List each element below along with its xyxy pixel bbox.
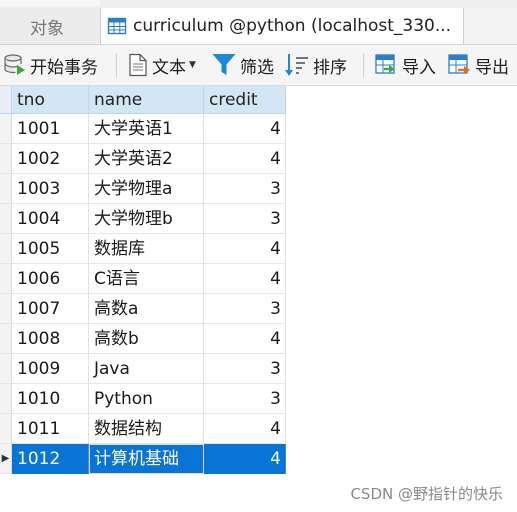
sort-label: 排序 [313, 57, 347, 78]
cell-credit[interactable]: 4 [204, 444, 286, 474]
cell-name[interactable]: Java [89, 354, 204, 384]
toolbar: 开始事务 文本 ▼ 筛选 排序 导入 导出 [0, 45, 517, 86]
transaction-icon [4, 54, 25, 75]
row-indicator[interactable] [0, 174, 12, 204]
table-icon [107, 17, 127, 35]
column-header-name[interactable]: name [89, 86, 204, 114]
toolbar-separator [363, 53, 364, 77]
column-header-credit[interactable]: credit [204, 86, 286, 114]
cell-tno[interactable]: 1007 [12, 294, 89, 324]
import-icon [375, 54, 395, 74]
row-indicator[interactable] [0, 144, 12, 174]
cell-name[interactable]: C语言 [89, 264, 204, 294]
cell-credit[interactable]: 3 [204, 384, 286, 414]
cell-credit[interactable]: 3 [204, 294, 286, 324]
export-icon [448, 54, 470, 74]
text-label: 文本 [152, 57, 186, 78]
chevron-down-icon[interactable]: ▼ [189, 60, 196, 70]
row-indicator[interactable] [0, 414, 12, 444]
cell-credit[interactable]: 4 [204, 324, 286, 354]
table-row[interactable]: 1009 Java 3 [0, 354, 286, 384]
header-corner [0, 86, 12, 114]
begin-transaction-label: 开始事务 [30, 57, 98, 78]
row-indicator[interactable] [0, 324, 12, 354]
export-button[interactable]: 导出 [446, 51, 509, 79]
table-row[interactable]: ▶ 1012 计算机基础 4 [0, 444, 286, 474]
cell-credit[interactable]: 3 [204, 204, 286, 234]
filter-button[interactable]: 筛选 [211, 51, 274, 79]
row-indicator[interactable] [0, 204, 12, 234]
tab-curriculum[interactable]: curriculum @python (localhost_330... [100, 8, 464, 44]
cell-name[interactable]: 大学英语1 [89, 114, 204, 144]
filter-icon [212, 54, 236, 75]
cell-tno[interactable]: 1008 [12, 324, 89, 354]
cell-tno[interactable]: 1010 [12, 384, 89, 414]
column-header-tno[interactable]: tno [12, 86, 89, 114]
table-row[interactable]: 1011 数据结构 4 [0, 414, 286, 444]
tab-bar-strip [0, 0, 100, 6]
row-indicator[interactable] [0, 384, 12, 414]
row-pointer-icon[interactable]: ▶ [0, 444, 12, 474]
tab-bar: 对象 curriculum @python (localhost_330... [0, 0, 517, 45]
cell-tno[interactable]: 1011 [12, 414, 89, 444]
cell-credit[interactable]: 4 [204, 414, 286, 444]
cell-credit[interactable]: 3 [204, 354, 286, 384]
tab-objects[interactable]: 对象 [0, 8, 100, 44]
cell-name[interactable]: 高数a [89, 294, 204, 324]
cell-credit[interactable]: 4 [204, 114, 286, 144]
row-indicator[interactable] [0, 354, 12, 384]
cell-name[interactable]: 数据结构 [89, 414, 204, 444]
sort-icon [285, 54, 308, 76]
cell-tno[interactable]: 1006 [12, 264, 89, 294]
sort-button[interactable]: 排序 [284, 51, 347, 79]
toolbar-separator [116, 53, 117, 77]
cell-name[interactable]: 高数b [89, 324, 204, 354]
cell-credit[interactable]: 3 [204, 174, 286, 204]
table-row[interactable]: 1010 Python 3 [0, 384, 286, 414]
tab-objects-label: 对象 [30, 18, 64, 39]
cell-tno[interactable]: 1009 [12, 354, 89, 384]
row-indicator[interactable] [0, 264, 12, 294]
table-row[interactable]: 1005 数据库 4 [0, 234, 286, 264]
cell-name[interactable]: Python [89, 384, 204, 414]
cell-name[interactable]: 数据库 [89, 234, 204, 264]
table-row[interactable]: 1001 大学英语1 4 [0, 114, 286, 144]
cell-name[interactable]: 大学物理a [89, 174, 204, 204]
row-indicator[interactable] [0, 234, 12, 264]
cell-name[interactable]: 大学英语2 [89, 144, 204, 174]
cell-tno[interactable]: 1001 [12, 114, 89, 144]
cell-tno[interactable]: 1004 [12, 204, 89, 234]
grid-header: tno name credit [0, 86, 286, 114]
cell-credit[interactable]: 4 [204, 234, 286, 264]
cell-tno[interactable]: 1012 [12, 444, 89, 474]
row-indicator[interactable] [0, 294, 12, 324]
cell-tno[interactable]: 1005 [12, 234, 89, 264]
export-label: 导出 [475, 57, 509, 78]
tab-curriculum-label: curriculum @python (localhost_330... [133, 16, 452, 36]
import-label: 导入 [402, 57, 436, 78]
watermark: CSDN @野指针的快乐 [350, 485, 503, 503]
cell-credit[interactable]: 4 [204, 264, 286, 294]
table-row[interactable]: 1003 大学物理a 3 [0, 174, 286, 204]
table-row[interactable]: 1008 高数b 4 [0, 324, 286, 354]
cell-name[interactable]: 大学物理b [89, 204, 204, 234]
cell-tno[interactable]: 1002 [12, 144, 89, 174]
cell-tno[interactable]: 1003 [12, 174, 89, 204]
table-row[interactable]: 1006 C语言 4 [0, 264, 286, 294]
filter-label: 筛选 [240, 57, 274, 78]
table-row[interactable]: 1007 高数a 3 [0, 294, 286, 324]
navicat-table-viewer: 对象 curriculum @python (localhost_330... [0, 0, 517, 512]
row-indicator[interactable] [0, 114, 12, 144]
document-icon [129, 53, 147, 77]
text-button[interactable]: 文本 ▼ [127, 51, 196, 79]
table-row[interactable]: 1004 大学物理b 3 [0, 204, 286, 234]
tab-bar-empty-area [464, 8, 517, 44]
begin-transaction-button[interactable]: 开始事务 [3, 51, 98, 79]
cell-name[interactable]: 计算机基础 [89, 444, 204, 474]
import-button[interactable]: 导入 [373, 51, 436, 79]
cell-credit[interactable]: 4 [204, 144, 286, 174]
table-row[interactable]: 1002 大学英语2 4 [0, 144, 286, 174]
